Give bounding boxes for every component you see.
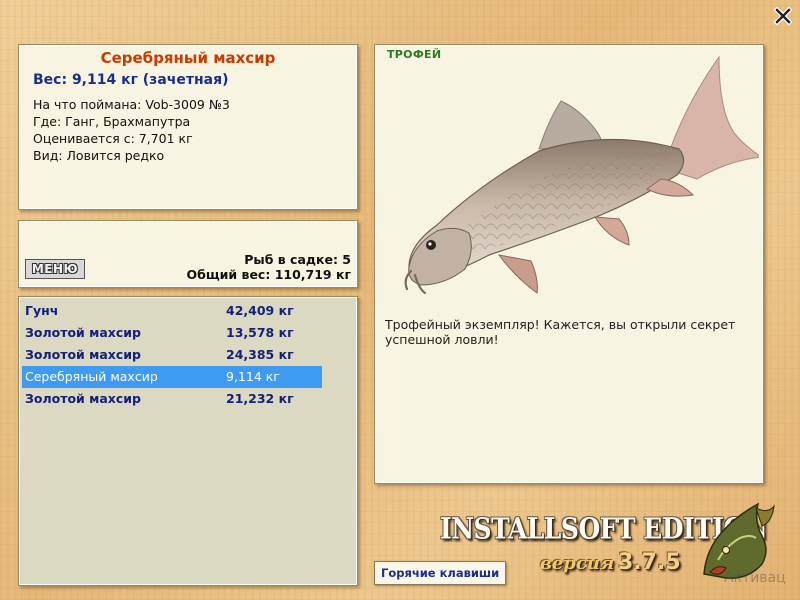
fish-weight: Вес: 9,114 кг (зачетная) [33, 72, 229, 88]
catch-row-selected[interactable]: Серебряный махсир 9,114 кг [22, 366, 322, 388]
valuation-info: Оценивается с: 7,701 кг [33, 131, 193, 146]
bait-info: На что поймана: Vob-3009 №3 [33, 97, 230, 112]
rarity-info: Вид: Ловится редко [33, 148, 165, 163]
pike-logo [703, 502, 775, 579]
hotkeys-button[interactable]: Горячие клавиши [374, 561, 507, 585]
fish-image [404, 55, 759, 295]
fish-title: Серебряный махсир [100, 49, 276, 67]
catch-row[interactable]: Золотой махсир 13,578 кг [22, 322, 322, 344]
fish-info-panel: Серебряный махсир Вес: 9,114 кг (зачетна… [18, 44, 358, 210]
catch-list-panel: Гунч 42,409 кг Золотой махсир 13,578 кг Золо… [18, 296, 358, 586]
trophy-label: ТРОФЕЙ [387, 48, 442, 61]
catch-name: Золотой махсир [25, 325, 141, 340]
catch-row[interactable]: Золотой махсир 24,385 кг [22, 344, 322, 366]
menu-button[interactable]: МЕНЮ [25, 259, 85, 279]
catch-weight: 9,114 кг [226, 369, 280, 384]
catch-name: Гунч [25, 303, 59, 318]
catch-row[interactable]: Гунч 42,409 кг [22, 300, 322, 322]
fish-count: Рыб в садке: 5 [244, 252, 351, 267]
catch-name: Серебряный махсир [25, 369, 158, 384]
fish-detail-panel: ТРОФЕЙ Трофейный экземпляр! Кажется, вы … [374, 44, 764, 484]
version-label: версия [540, 553, 615, 574]
close-icon [773, 6, 793, 26]
catch-summary-panel: МЕНЮ Рыб в садке: 5 Общий вес: 110,719 к… [18, 220, 358, 288]
catch-row[interactable]: Золотой махсир 21,232 кг [22, 388, 322, 410]
catch-weight: 21,232 кг [226, 391, 294, 406]
catch-name: Золотой махсир [25, 391, 141, 406]
catch-weight: 13,578 кг [226, 325, 294, 340]
version-number: 3.7.5 [618, 550, 681, 575]
trophy-description: Трофейный экземпляр! Кажется, вы открыли… [385, 317, 736, 347]
close-button[interactable] [773, 6, 793, 26]
total-weight: Общий вес: 110,719 кг [186, 267, 352, 282]
catch-weight: 24,385 кг [226, 347, 294, 362]
catch-weight: 42,409 кг [226, 303, 294, 318]
catch-name: Золотой махсир [25, 347, 141, 362]
location-info: Где: Ганг, Брахмапутра [33, 114, 191, 129]
activation-watermark: Активац [724, 570, 786, 586]
catch-list: Гунч 42,409 кг Золотой махсир 13,578 кг Золо… [22, 300, 322, 410]
